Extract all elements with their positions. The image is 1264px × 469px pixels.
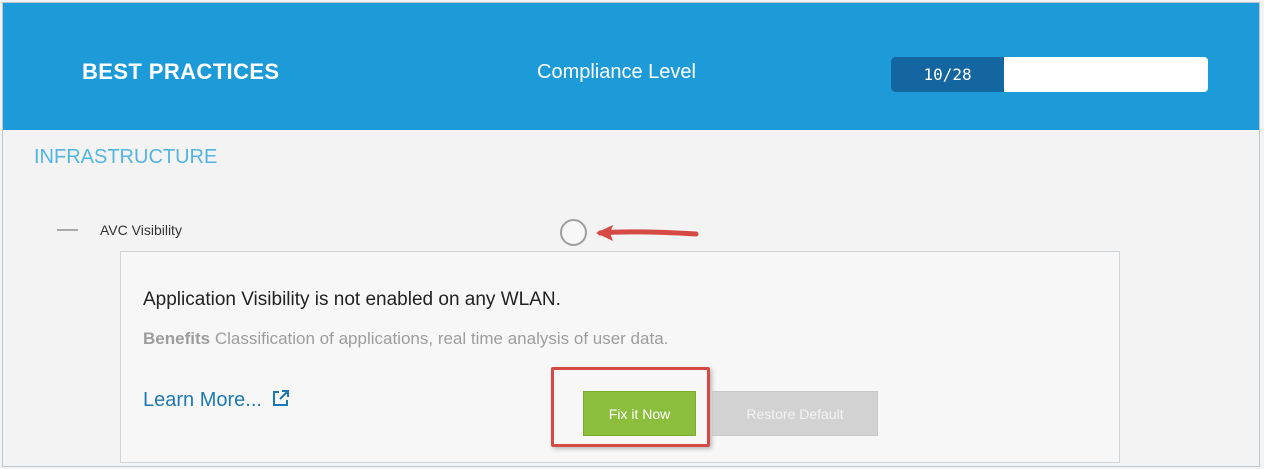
- benefits-text: Benefits Classification of applications,…: [143, 328, 843, 350]
- page-title: BEST PRACTICES: [82, 59, 280, 84]
- restore-default-button[interactable]: Restore Default: [712, 391, 878, 436]
- best-practices-header: BEST PRACTICES Compliance Level 10/28: [3, 3, 1259, 130]
- learn-more-link[interactable]: Learn More...: [143, 389, 290, 412]
- section-infrastructure-title: INFRASTRUCTURE: [34, 146, 218, 168]
- minus-icon[interactable]: [57, 229, 78, 231]
- compliance-progress-fill: 10/28: [891, 57, 1005, 92]
- visibility-message: Application Visibility is not enabled on…: [143, 289, 561, 310]
- learn-more-label: Learn More...: [143, 389, 262, 411]
- compliance-value: 10/28: [923, 65, 972, 84]
- benefits-description: Classification of applications, real tim…: [214, 329, 669, 348]
- external-link-icon: [272, 390, 289, 406]
- empty-circle-icon: [560, 219, 587, 246]
- avc-visibility-label[interactable]: AVC Visibility: [100, 222, 182, 238]
- fix-it-now-button[interactable]: Fix it Now: [583, 391, 696, 436]
- compliance-progress-bar: 10/28: [891, 57, 1208, 92]
- compliance-level-label: Compliance Level: [537, 61, 696, 83]
- benefits-label: Benefits: [143, 329, 211, 348]
- red-arrow-icon: [596, 225, 699, 241]
